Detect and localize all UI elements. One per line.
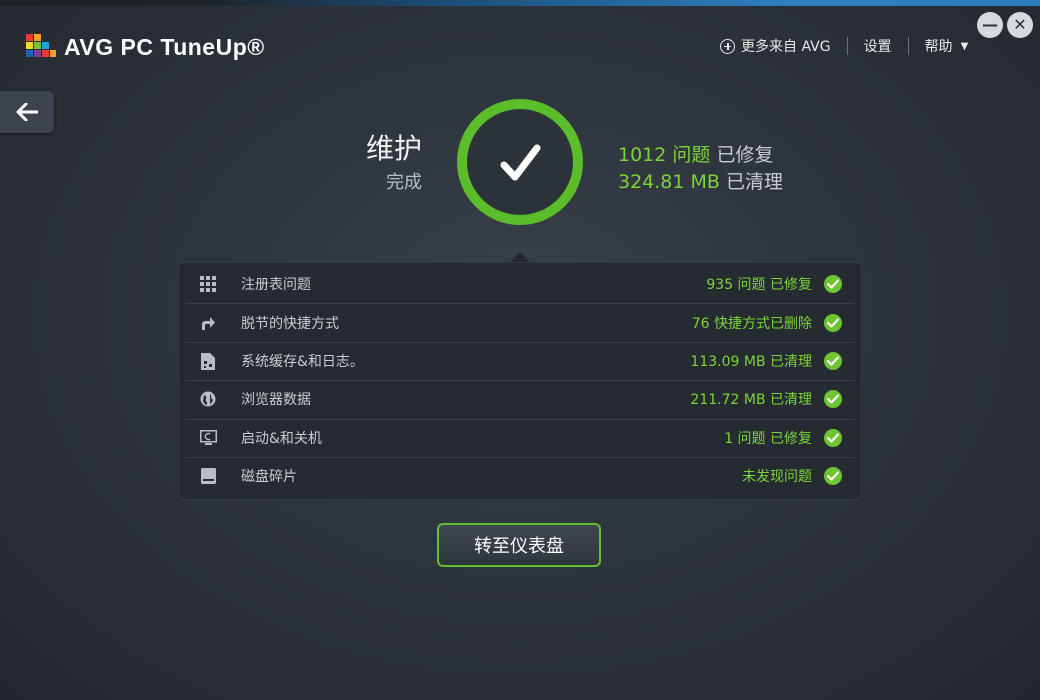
results-panel: 注册表问题 935 问题 已修复 脱节的快捷方式 76 快捷方式已删除 系统缓存… xyxy=(178,262,862,500)
panel-pointer xyxy=(510,252,530,262)
space-cleaned-value: 324.81 MB xyxy=(618,171,720,193)
settings-label: 设置 xyxy=(863,39,892,55)
check-circle-icon xyxy=(824,429,842,447)
space-cleaned-label: 已清理 xyxy=(726,171,784,193)
top-nav: 更多来自 AVG 设置 帮助 ▼ xyxy=(720,36,968,56)
app-title: AVG PC TuneUp® xyxy=(64,33,265,60)
result-row-cache: 系统缓存&和日志。 113.09 MB 已清理 xyxy=(186,342,854,380)
result-row-startup: 启动&和关机 1 问题 已修复 xyxy=(186,419,854,457)
arrow-left-icon xyxy=(16,103,38,121)
globe-icon xyxy=(199,390,217,408)
check-circle-icon xyxy=(824,275,842,293)
go-to-dashboard-button[interactable]: 转至仪表盘 xyxy=(437,523,601,567)
page-title: 维护 xyxy=(365,132,422,165)
window-top-strip xyxy=(0,0,1040,6)
close-icon: ✕ xyxy=(1013,15,1027,34)
result-row-shortcuts: 脱节的快捷方式 76 快捷方式已删除 xyxy=(186,304,854,342)
result-status: 76 快捷方式已删除 xyxy=(691,316,812,332)
check-circle-icon xyxy=(824,390,842,408)
result-label: 启动&和关机 xyxy=(241,431,322,447)
page-subtitle: 完成 xyxy=(386,172,422,193)
result-label: 磁盘碎片 xyxy=(241,469,297,485)
help-menu[interactable]: 帮助 ▼ xyxy=(925,36,969,56)
more-from-avg-link[interactable]: 更多来自 AVG xyxy=(720,36,831,56)
top-accent-bar xyxy=(200,0,1040,6)
check-circle-icon xyxy=(824,314,842,332)
caret-down-icon: ▼ xyxy=(960,40,969,52)
monitor-icon xyxy=(199,429,217,447)
summary-stats: 1012 问题 已修复 324.81 MB 已清理 xyxy=(618,142,783,196)
minimize-icon: — xyxy=(982,15,998,34)
avg-logo-icon xyxy=(24,30,58,64)
result-status: 未发现问题 xyxy=(742,469,812,485)
result-label: 系统缓存&和日志。 xyxy=(241,354,364,370)
result-status: 211.72 MB 已清理 xyxy=(690,392,812,408)
check-circle-icon xyxy=(824,352,842,370)
settings-link[interactable]: 设置 xyxy=(864,36,892,56)
issues-fixed-value: 1012 问题 xyxy=(618,144,711,166)
maintenance-header: 维护 完成 xyxy=(366,132,422,194)
app-logo: AVG PC TuneUp® xyxy=(24,30,265,64)
issues-fixed-label: 已修复 xyxy=(716,144,774,166)
result-row-disk: 磁盘碎片 未发现问题 xyxy=(186,457,854,495)
more-from-avg-label: 更多来自 AVG xyxy=(741,39,831,55)
back-button[interactable] xyxy=(0,91,54,133)
result-row-registry: 注册表问题 935 问题 已修复 xyxy=(186,265,854,303)
result-status: 935 问题 已修复 xyxy=(706,277,812,293)
check-circle-icon xyxy=(824,467,842,485)
disk-icon xyxy=(199,467,217,485)
result-label: 脱节的快捷方式 xyxy=(241,316,339,332)
nav-divider xyxy=(907,37,909,55)
minimize-button[interactable]: — xyxy=(977,12,1003,38)
help-label: 帮助 xyxy=(924,39,953,55)
close-button[interactable]: ✕ xyxy=(1007,12,1033,38)
nav-divider xyxy=(846,37,848,55)
grid-icon xyxy=(199,275,217,293)
shortcut-arrow-icon xyxy=(199,314,217,332)
file-cache-icon xyxy=(199,352,217,370)
plus-circle-icon xyxy=(720,38,735,54)
issues-fixed-line: 1012 问题 已修复 xyxy=(618,142,783,169)
result-row-browser: 浏览器数据 211.72 MB 已清理 xyxy=(186,380,854,418)
space-cleaned-line: 324.81 MB 已清理 xyxy=(618,169,783,196)
completion-check-icon xyxy=(455,97,585,227)
result-label: 注册表问题 xyxy=(241,277,311,293)
result-label: 浏览器数据 xyxy=(241,392,311,408)
result-status: 1 问题 已修复 xyxy=(724,431,812,447)
result-status: 113.09 MB 已清理 xyxy=(690,354,812,370)
